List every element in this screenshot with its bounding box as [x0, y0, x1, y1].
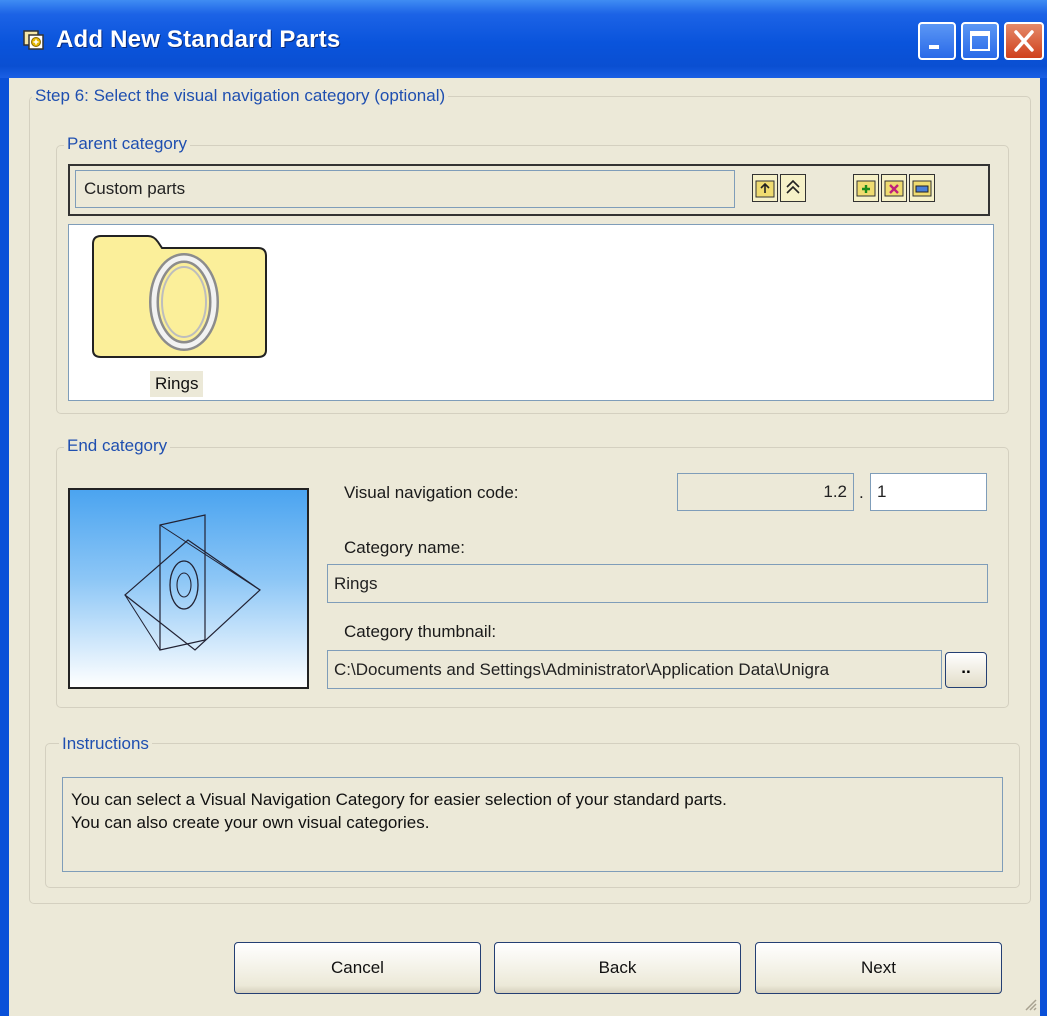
category-thumbnail-path[interactable]: C:\Documents and Settings\Administrator\… — [327, 650, 942, 689]
category-item[interactable]: Rings — [90, 232, 270, 397]
app-icon — [23, 30, 44, 50]
resize-grip-icon[interactable] — [1024, 998, 1038, 1012]
code-value: 1 — [877, 482, 887, 501]
dialog-window: Add New Standard Parts Step 6: Select th… — [0, 0, 1047, 1016]
category-preview-image — [124, 514, 261, 651]
minimize-icon — [929, 45, 939, 49]
maximize-icon — [970, 31, 990, 51]
step-title: Step 6: Select the visual navigation cat… — [32, 86, 449, 106]
edit-category-button[interactable] — [909, 174, 935, 202]
next-button[interactable]: Next — [755, 942, 1002, 994]
maximize-button[interactable] — [961, 22, 999, 60]
end-category-legend: End category — [64, 436, 171, 456]
visual-navigation-code-prefix: 1.2 — [677, 473, 854, 511]
instructions-line-1: You can select a Visual Navigation Categ… — [71, 790, 727, 809]
cancel-button[interactable]: Cancel — [234, 942, 481, 994]
delete-folder-icon — [884, 180, 904, 197]
category-name-label: Category name: — [344, 538, 465, 557]
category-name-field[interactable]: Rings — [327, 564, 988, 603]
visual-navigation-code-label: Visual navigation code: — [344, 483, 519, 502]
edit-folder-icon — [912, 180, 932, 197]
category-name-value: Rings — [334, 574, 378, 593]
instructions-line-2: You can also create your own visual cate… — [71, 813, 430, 832]
top-level-button[interactable] — [780, 174, 806, 202]
minimize-button[interactable] — [918, 22, 956, 60]
thumbnail-path-value: C:\Documents and Settings\Administrator\… — [334, 660, 830, 679]
parent-category-legend: Parent category — [64, 134, 191, 154]
current-category-value: Custom parts — [84, 179, 186, 198]
title-bar[interactable]: Add New Standard Parts — [0, 0, 1047, 78]
visual-navigation-code-input[interactable]: 1 — [870, 473, 987, 511]
back-button[interactable]: Back — [494, 942, 741, 994]
instructions-text-box: You can select a Visual Navigation Categ… — [62, 777, 1003, 872]
add-category-button[interactable] — [853, 174, 879, 202]
category-thumbnail-label: Category thumbnail: — [344, 622, 497, 641]
close-icon — [1014, 30, 1034, 52]
rings-folder-icon — [92, 235, 267, 358]
category-list-view[interactable]: Rings — [68, 224, 994, 401]
code-prefix-value: 1.2 — [823, 482, 847, 501]
category-preview — [68, 488, 309, 689]
category-item-label: Rings — [150, 371, 204, 397]
browse-button-label: .. — [961, 658, 971, 677]
folder-up-icon — [755, 180, 775, 198]
browse-thumbnail-button[interactable]: .. — [945, 652, 987, 688]
up-level-button[interactable] — [752, 174, 778, 202]
instructions-legend: Instructions — [59, 734, 152, 754]
close-button[interactable] — [1004, 22, 1044, 60]
delete-category-button[interactable] — [881, 174, 907, 202]
window-title: Add New Standard Parts — [56, 26, 341, 53]
add-folder-icon — [856, 180, 876, 197]
go-to-top-icon — [786, 179, 800, 194]
current-category-field[interactable]: Custom parts — [75, 170, 735, 208]
code-separator: . — [859, 483, 864, 502]
